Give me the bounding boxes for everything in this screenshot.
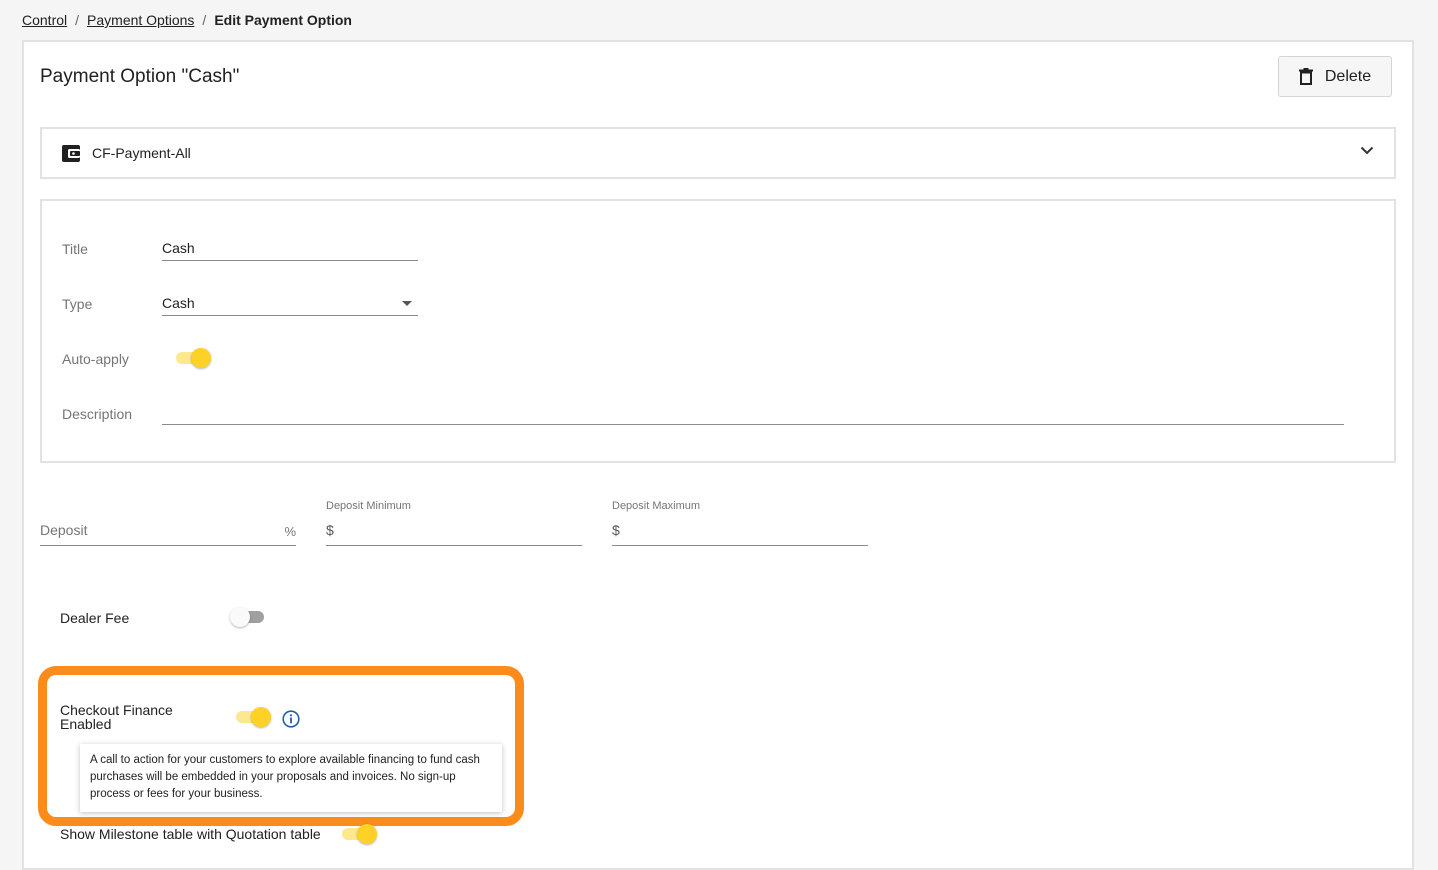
deposit-maximum-label: Deposit Maximum <box>612 500 701 512</box>
dealer-fee-label: Dealer Fee <box>60 610 130 626</box>
description-label: Description <box>62 406 133 422</box>
checkout-finance-label-line2: Enabled <box>60 716 112 732</box>
title-input-value: Cash <box>162 240 195 256</box>
breadcrumb-current: Edit Payment Option <box>214 12 352 28</box>
milestone-toggle[interactable] <box>340 823 378 845</box>
delete-button[interactable]: Delete <box>1278 56 1392 97</box>
auto-apply-toggle[interactable] <box>174 347 212 369</box>
edit-payment-option-card: Payment Option "Cash" Delete CF-Payment-… <box>22 40 1414 870</box>
description-input[interactable] <box>162 407 1344 425</box>
deposit-input[interactable]: Deposit % <box>40 522 296 546</box>
type-select[interactable]: Cash <box>162 294 418 316</box>
breadcrumb: Control / Payment Options / Edit Payment Opt… <box>22 12 352 28</box>
toggle-thumb <box>230 607 250 627</box>
dropdown-arrow-icon <box>402 301 412 306</box>
deposit-label: Deposit <box>40 522 88 538</box>
wallet-icon <box>62 144 80 162</box>
auto-apply-label: Auto-apply <box>62 351 129 367</box>
breadcrumb-separator: / <box>202 12 207 28</box>
general-settings-panel: Title Cash Type Cash Auto-apply Descript… <box>40 199 1396 463</box>
checkout-finance-label: Checkout Finance Enabled <box>60 703 173 731</box>
chevron-down-icon <box>1360 146 1374 155</box>
breadcrumb-separator: / <box>75 12 80 28</box>
toggle-thumb <box>191 348 211 368</box>
checkout-finance-tooltip: A call to action for your customers to e… <box>80 744 502 812</box>
delete-button-label: Delete <box>1324 67 1372 85</box>
milestone-label: Show Milestone table with Quotation tabl… <box>60 826 321 842</box>
title-label: Title <box>62 241 88 257</box>
breadcrumb-control-link[interactable]: Control <box>22 12 67 28</box>
title-input[interactable]: Cash <box>162 239 418 261</box>
trash-icon <box>1298 68 1313 85</box>
deposit-maximum-input[interactable]: $ <box>612 522 868 546</box>
type-label: Type <box>62 296 93 312</box>
deposit-minimum-currency: $ <box>326 522 334 538</box>
accordion-label: CF-Payment-All <box>92 145 191 161</box>
checkout-finance-label-line1: Checkout Finance <box>60 702 173 718</box>
type-select-value: Cash <box>162 295 195 311</box>
toggle-thumb <box>251 707 271 727</box>
dealer-fee-toggle[interactable] <box>230 606 268 628</box>
payment-group-accordion[interactable]: CF-Payment-All <box>40 127 1396 179</box>
info-icon[interactable] <box>282 710 300 728</box>
toggle-thumb <box>357 824 377 844</box>
page-title: Payment Option "Cash" <box>40 66 240 87</box>
deposit-minimum-input[interactable]: $ <box>326 522 582 546</box>
deposit-minimum-label: Deposit Minimum <box>326 500 411 512</box>
deposit-unit: % <box>284 524 296 539</box>
breadcrumb-payment-options-link[interactable]: Payment Options <box>87 12 194 28</box>
deposit-maximum-currency: $ <box>612 522 620 538</box>
checkout-finance-toggle[interactable] <box>234 706 272 728</box>
